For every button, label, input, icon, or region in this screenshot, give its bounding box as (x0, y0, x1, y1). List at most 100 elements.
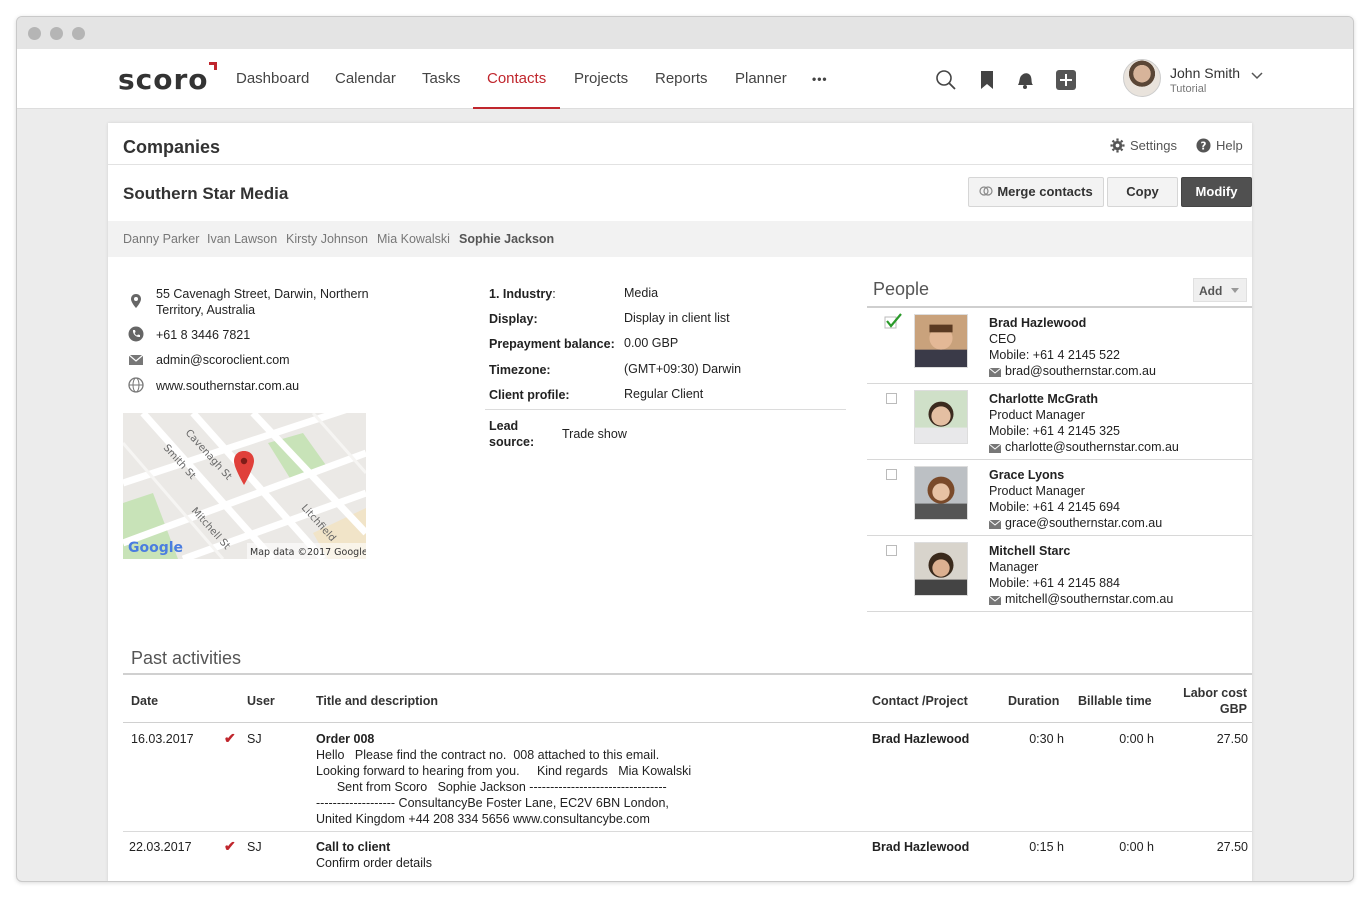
person-photo[interactable] (914, 390, 968, 444)
tab-danny-parker[interactable]: Danny Parker (123, 232, 199, 246)
column-date[interactable]: Date (131, 693, 158, 709)
help-link[interactable]: ? Help (1196, 138, 1243, 153)
bell-icon[interactable] (1014, 69, 1036, 91)
person-name[interactable]: Brad Hazlewood (989, 316, 1086, 330)
company-email[interactable]: admin@scoroclient.com (156, 352, 290, 368)
labor-cost-label: Labor cost (1183, 686, 1247, 700)
row-title[interactable]: Order 008 (316, 731, 374, 747)
industry-label-text: 1. Industry (489, 287, 553, 301)
person-checkbox[interactable] (886, 393, 897, 404)
tab-kirsty-johnson[interactable]: Kirsty Johnson (286, 232, 368, 246)
column-labor-cost[interactable]: Labor cost GBP (1168, 685, 1247, 717)
location-map[interactable]: Cavenagh St Smith St Mitchell St Litchfi… (123, 413, 366, 559)
person-role: Product Manager (989, 408, 1085, 422)
top-navigation: scoro Dashboard Calendar Tasks Contacts … (17, 49, 1353, 109)
person-email[interactable]: mitchell@southernstar.com.au (988, 592, 1173, 606)
map-credit: Map data ©2017 Google (250, 547, 366, 558)
column-contact-project[interactable]: Contact /Project (872, 693, 968, 709)
logo-text: scoro (118, 63, 209, 96)
labor-cost-currency: GBP (1219, 702, 1247, 716)
row-billable: 0:00 h (1119, 840, 1154, 854)
checked-icon[interactable] (884, 313, 902, 329)
person-photo[interactable] (914, 542, 968, 596)
field-client-profile-value: Regular Client (624, 387, 704, 401)
plus-icon[interactable] (1055, 69, 1077, 91)
column-billable-time[interactable]: Billable time (1078, 693, 1152, 709)
fields-divider (485, 409, 846, 410)
row-contact[interactable]: Brad Hazlewood (872, 839, 969, 855)
field-display-label: Display: (489, 312, 538, 326)
merge-icon (979, 186, 993, 196)
column-user[interactable]: User (247, 693, 275, 709)
row-description-line: Hello Please find the contract no. 008 a… (316, 748, 660, 762)
field-industry-label: 1. Industry: (489, 286, 556, 302)
row-billable: 0:00 h (1119, 732, 1154, 746)
person-email[interactable]: grace@southernstar.com.au (988, 516, 1162, 530)
search-icon[interactable] (935, 69, 957, 91)
user-avatar[interactable] (1123, 59, 1161, 97)
window-minimize-dot[interactable] (50, 27, 63, 40)
person-checkbox[interactable] (886, 469, 897, 480)
person-checkbox[interactable] (886, 545, 897, 556)
copy-button[interactable]: Copy (1107, 177, 1178, 207)
tab-mia-kowalski[interactable]: Mia Kowalski (377, 232, 450, 246)
company-title-row: Southern Star Media Merge contacts Copy … (108, 166, 1252, 220)
person-name[interactable]: Mitchell Starc (989, 544, 1070, 558)
settings-label: Settings (1130, 138, 1177, 153)
person-role: Manager (989, 560, 1039, 574)
person-photo[interactable] (914, 314, 968, 368)
merge-contacts-button[interactable]: Merge contacts (968, 177, 1104, 207)
card-header: Companies Settings ? Help (108, 123, 1252, 165)
person-name[interactable]: Charlotte McGrath (989, 392, 1098, 406)
globe-icon (128, 377, 144, 393)
tab-sophie-jackson[interactable]: Sophie Jackson (459, 232, 554, 246)
add-label: Add (1199, 284, 1223, 298)
column-title[interactable]: Title and description (316, 693, 438, 709)
row-labor-cost: 27.50 (1216, 732, 1248, 746)
mail-icon (988, 519, 1002, 529)
bookmark-icon[interactable] (976, 69, 998, 91)
page-title: Companies (123, 137, 221, 157)
company-card: Companies Settings ? Help Southern Star M… (108, 123, 1252, 881)
row-user: SJ (247, 732, 262, 746)
nav-reports[interactable]: Reports (655, 49, 708, 109)
company-website[interactable]: www.southernstar.com.au (156, 378, 299, 394)
user-name[interactable]: John Smith (1170, 65, 1240, 81)
person-photo[interactable] (914, 466, 968, 520)
settings-link[interactable]: Settings (1110, 138, 1177, 153)
person-mobile: Mobile: +61 4 2145 884 (989, 576, 1121, 590)
person-mobile: Mobile: +61 4 2145 694 (989, 500, 1121, 514)
row-labor-cost: 27.50 (1216, 840, 1248, 854)
nav-projects[interactable]: Projects (574, 49, 628, 109)
row-contact[interactable]: Brad Hazlewood (872, 731, 969, 747)
person-email[interactable]: brad@southernstar.com.au (988, 364, 1156, 378)
person-name[interactable]: Grace Lyons (989, 468, 1064, 482)
nav-tasks[interactable]: Tasks (422, 49, 460, 109)
row-description-line: ------------------- ConsultancyBe Foster… (316, 796, 669, 810)
gear-icon (1110, 138, 1125, 153)
mail-icon (988, 367, 1002, 377)
row-divider (123, 831, 1252, 832)
column-duration[interactable]: Duration (1008, 693, 1059, 709)
window-close-dot[interactable] (28, 27, 41, 40)
nav-planner[interactable]: Planner (735, 49, 787, 109)
nav-dashboard[interactable]: Dashboard (236, 49, 309, 109)
map-brand: Google (128, 540, 183, 556)
nav-calendar[interactable]: Calendar (335, 49, 396, 109)
person-email[interactable]: charlotte@southernstar.com.au (988, 440, 1179, 454)
nav-more[interactable]: ••• (812, 49, 828, 109)
scoro-logo[interactable]: scoro (118, 62, 217, 96)
row-description-line: United Kingdom +44 208 334 5656 www.cons… (316, 812, 650, 826)
row-title[interactable]: Call to client (316, 839, 390, 855)
phone-number[interactable]: +61 8 3446 7821 (156, 327, 250, 343)
add-person-button[interactable]: Add (1193, 278, 1247, 302)
tab-ivan-lawson[interactable]: Ivan Lawson (207, 232, 277, 246)
browser-window: scoro Dashboard Calendar Tasks Contacts … (16, 16, 1354, 882)
modify-button[interactable]: Modify (1181, 177, 1252, 207)
person-email-text: brad@southernstar.com.au (1005, 364, 1156, 378)
field-lead-source-label-1: Lead (489, 419, 519, 433)
chevron-down-icon[interactable] (1251, 71, 1263, 81)
caret-down-icon (1231, 288, 1240, 293)
window-maximize-dot[interactable] (72, 27, 85, 40)
nav-contacts[interactable]: Contacts (472, 49, 561, 109)
